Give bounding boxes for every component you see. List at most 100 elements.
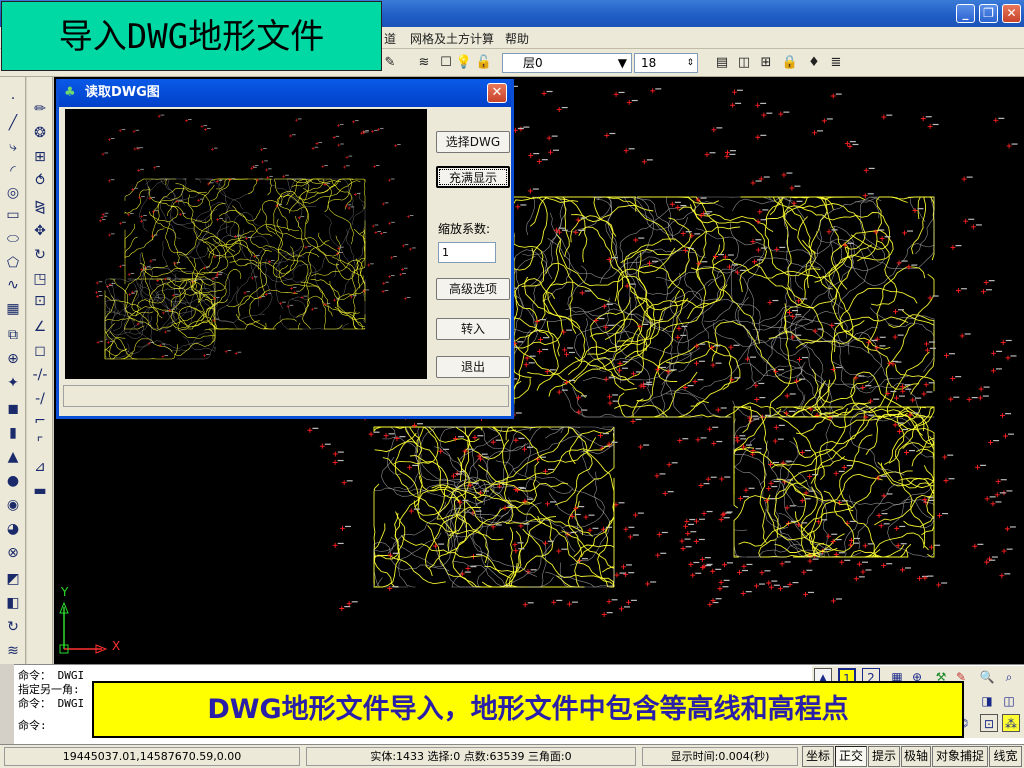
light-icon[interactable]: ♦ <box>804 53 824 73</box>
size-select[interactable]: 18 ⇕ <box>634 53 698 73</box>
draw-toolbar: · ╱ ⤷ ◜ ◎ ▭ ⬭ ⬠ ∿ ▦ ⧉ ⊕ ✦ ◼ ▮ ▲ ● ◉ ◕ ⊗ … <box>0 77 26 664</box>
toggle-object-snap[interactable]: 对象捕捉 <box>932 746 988 767</box>
axis-label-x: X <box>112 639 121 653</box>
extrude-icon[interactable]: ⊗ <box>3 543 23 563</box>
status-bar: 19445037.01,14587670.59,0.00 实体:1433 选择:… <box>0 744 1024 768</box>
layer-state-icon[interactable]: ⊞ <box>756 53 776 73</box>
exit-button[interactable]: 退出 <box>436 356 510 378</box>
read-dwg-dialog: ♣ 读取DWG图 ✕ 选择DWG 充满显示 缩放系数: 1 高级选项 转入 退出 <box>56 79 514 419</box>
preview-drawing <box>95 114 416 360</box>
cad-app-window: _ ❐ ✕ 道 网格及土方计算 帮助 ✎ ≋ ☐ 💡 🔓 层0 ▼ 18 ⇕ ▤ ◫… <box>0 0 1024 768</box>
layer-select[interactable]: 层0 ▼ <box>502 53 632 73</box>
modify-toolbar: ✏ ❂ ⊞ ⥀ ⧎ ✥ ↻ ◳ ⊡ ∠ ◻ -/- -/ ⌐ ⌜ ⊿ ▬ <box>27 77 53 664</box>
hatch-icon[interactable]: ▦ <box>3 299 23 319</box>
menu-item-grid-earthwork[interactable]: 网格及土方计算 <box>410 30 494 47</box>
pencil-icon[interactable]: ✎ <box>380 53 400 73</box>
array-icon[interactable]: ⊞ <box>30 147 50 167</box>
bulb-icon[interactable]: 💡 <box>454 53 474 73</box>
rotate-icon[interactable]: ↻ <box>30 245 50 265</box>
join-icon[interactable]: -/ <box>30 389 50 409</box>
stretch-icon[interactable]: ⊡ <box>30 291 50 311</box>
polygon-icon[interactable]: ⬠ <box>3 253 23 273</box>
slide-caption: DWG地形文件导入，地形文件中包含等高线和高程点 <box>92 681 964 738</box>
ellipse-icon[interactable]: ⬭ <box>3 229 23 249</box>
copy-icon[interactable]: ❂ <box>30 123 50 143</box>
import-button[interactable]: 转入 <box>436 318 510 340</box>
fit-display-button[interactable]: 充满显示 <box>436 166 510 188</box>
zoom-factor-label: 缩放系数: <box>438 222 491 236</box>
wedge-icon[interactable]: ◕ <box>3 519 23 539</box>
toggle-ortho[interactable]: 正交 <box>835 746 867 767</box>
revolve-icon[interactable]: ◩ <box>3 569 23 589</box>
zoom-window-icon[interactable]: ⌕ <box>1000 668 1018 686</box>
explode-icon[interactable]: ▬ <box>30 481 50 501</box>
extend-icon[interactable]: ◻ <box>30 341 50 361</box>
menu-item-help[interactable]: 帮助 <box>505 30 529 47</box>
scale-icon[interactable]: ◳ <box>30 269 50 289</box>
rectangle-icon[interactable]: ▭ <box>3 205 23 225</box>
layers-icon[interactable]: ≋ <box>414 53 434 73</box>
dialog-close-button[interactable]: ✕ <box>487 83 507 103</box>
break-icon[interactable]: -/- <box>30 365 50 385</box>
axis-label-y: Y <box>61 585 69 599</box>
close-button[interactable]: ✕ <box>1002 4 1021 23</box>
size-select-value: 18 <box>641 56 657 70</box>
insert-icon[interactable]: ⊕ <box>3 349 23 369</box>
measure-icon[interactable]: ⊿ <box>30 457 50 477</box>
point-icon[interactable]: · <box>3 89 23 109</box>
chevron-down-icon: ▼ <box>617 56 627 70</box>
3d-box-icon[interactable]: ◨ <box>978 692 996 710</box>
display-time: 显示时间:0.004(秒) <box>642 747 798 766</box>
dwg-preview[interactable] <box>65 109 427 379</box>
restore-button[interactable]: ❐ <box>979 4 998 23</box>
fillet-icon[interactable]: ⌜ <box>30 433 50 453</box>
command-prompt[interactable]: 命令: <box>18 717 47 733</box>
line-icon[interactable]: ╱ <box>3 113 23 133</box>
layers-bottom-icon[interactable]: ≋ <box>3 641 23 661</box>
section-icon[interactable]: ◧ <box>3 593 23 613</box>
cone-icon[interactable]: ▲ <box>3 447 23 467</box>
arc-icon[interactable]: ◜ <box>3 161 23 181</box>
polyline-icon[interactable]: ⤷ <box>3 137 23 157</box>
chamfer-icon[interactable]: ⌐ <box>30 411 50 431</box>
3d-view-icon[interactable]: ◫ <box>1000 692 1018 710</box>
box-icon[interactable]: ◼ <box>3 399 23 419</box>
mirror-icon[interactable]: ⧎ <box>30 197 50 217</box>
menu-item-road[interactable]: 道 <box>384 30 396 47</box>
layer-manager-icon[interactable]: ▤ <box>712 53 732 73</box>
entity-info: 实体:1433 选择:0 点数:63539 三角面:0 <box>306 747 636 766</box>
object-icon[interactable]: ⊡ <box>980 714 998 732</box>
command-history-line: 命令： DWGI <box>18 697 85 710</box>
render-icon[interactable]: ↻ <box>3 617 23 637</box>
pattern-icon[interactable]: ⁂ <box>1002 714 1020 732</box>
sphere-icon[interactable]: ● <box>3 471 23 491</box>
toggle-polar[interactable]: 极轴 <box>901 746 931 767</box>
move-icon[interactable]: ✥ <box>30 221 50 241</box>
erase-icon[interactable]: ✏ <box>30 99 50 119</box>
app-tree-icon: ♣ <box>64 85 76 100</box>
trim-icon[interactable]: ∠ <box>30 317 50 337</box>
layer-prop-icon[interactable]: ◫ <box>734 53 754 73</box>
advanced-options-button[interactable]: 高级选项 <box>436 278 510 300</box>
toggle-lineweight[interactable]: 线宽 <box>989 746 1022 767</box>
zoom-realtime-icon[interactable]: 🔍 <box>978 668 996 686</box>
circle-icon[interactable]: ◎ <box>3 183 23 203</box>
dialog-title: 读取DWG图 <box>85 85 160 100</box>
lock-open-icon[interactable]: 🔓 <box>474 53 494 73</box>
slide-heading: 导入DWG地形文件 <box>1 1 382 71</box>
toggle-coordinates[interactable]: 坐标 <box>802 746 834 767</box>
torus-icon[interactable]: ◉ <box>3 495 23 515</box>
toggle-hint[interactable]: 提示 <box>868 746 900 767</box>
layer-merge-icon[interactable]: ≣ <box>826 53 846 73</box>
zoom-factor-input[interactable]: 1 <box>438 242 496 263</box>
lock-icon[interactable]: 🔒 <box>780 53 800 73</box>
select-dwg-button[interactable]: 选择DWG <box>436 131 510 153</box>
spline-icon[interactable]: ∿ <box>3 275 23 295</box>
checkbox-icon[interactable]: ☐ <box>436 53 456 73</box>
region-icon[interactable]: ✦ <box>3 373 23 393</box>
minimize-button[interactable]: _ <box>956 4 975 23</box>
offset-icon[interactable]: ⥀ <box>30 171 50 191</box>
spinner-icon: ⇕ <box>686 58 694 68</box>
block-icon[interactable]: ⧉ <box>3 325 23 345</box>
cylinder-icon[interactable]: ▮ <box>3 423 23 443</box>
